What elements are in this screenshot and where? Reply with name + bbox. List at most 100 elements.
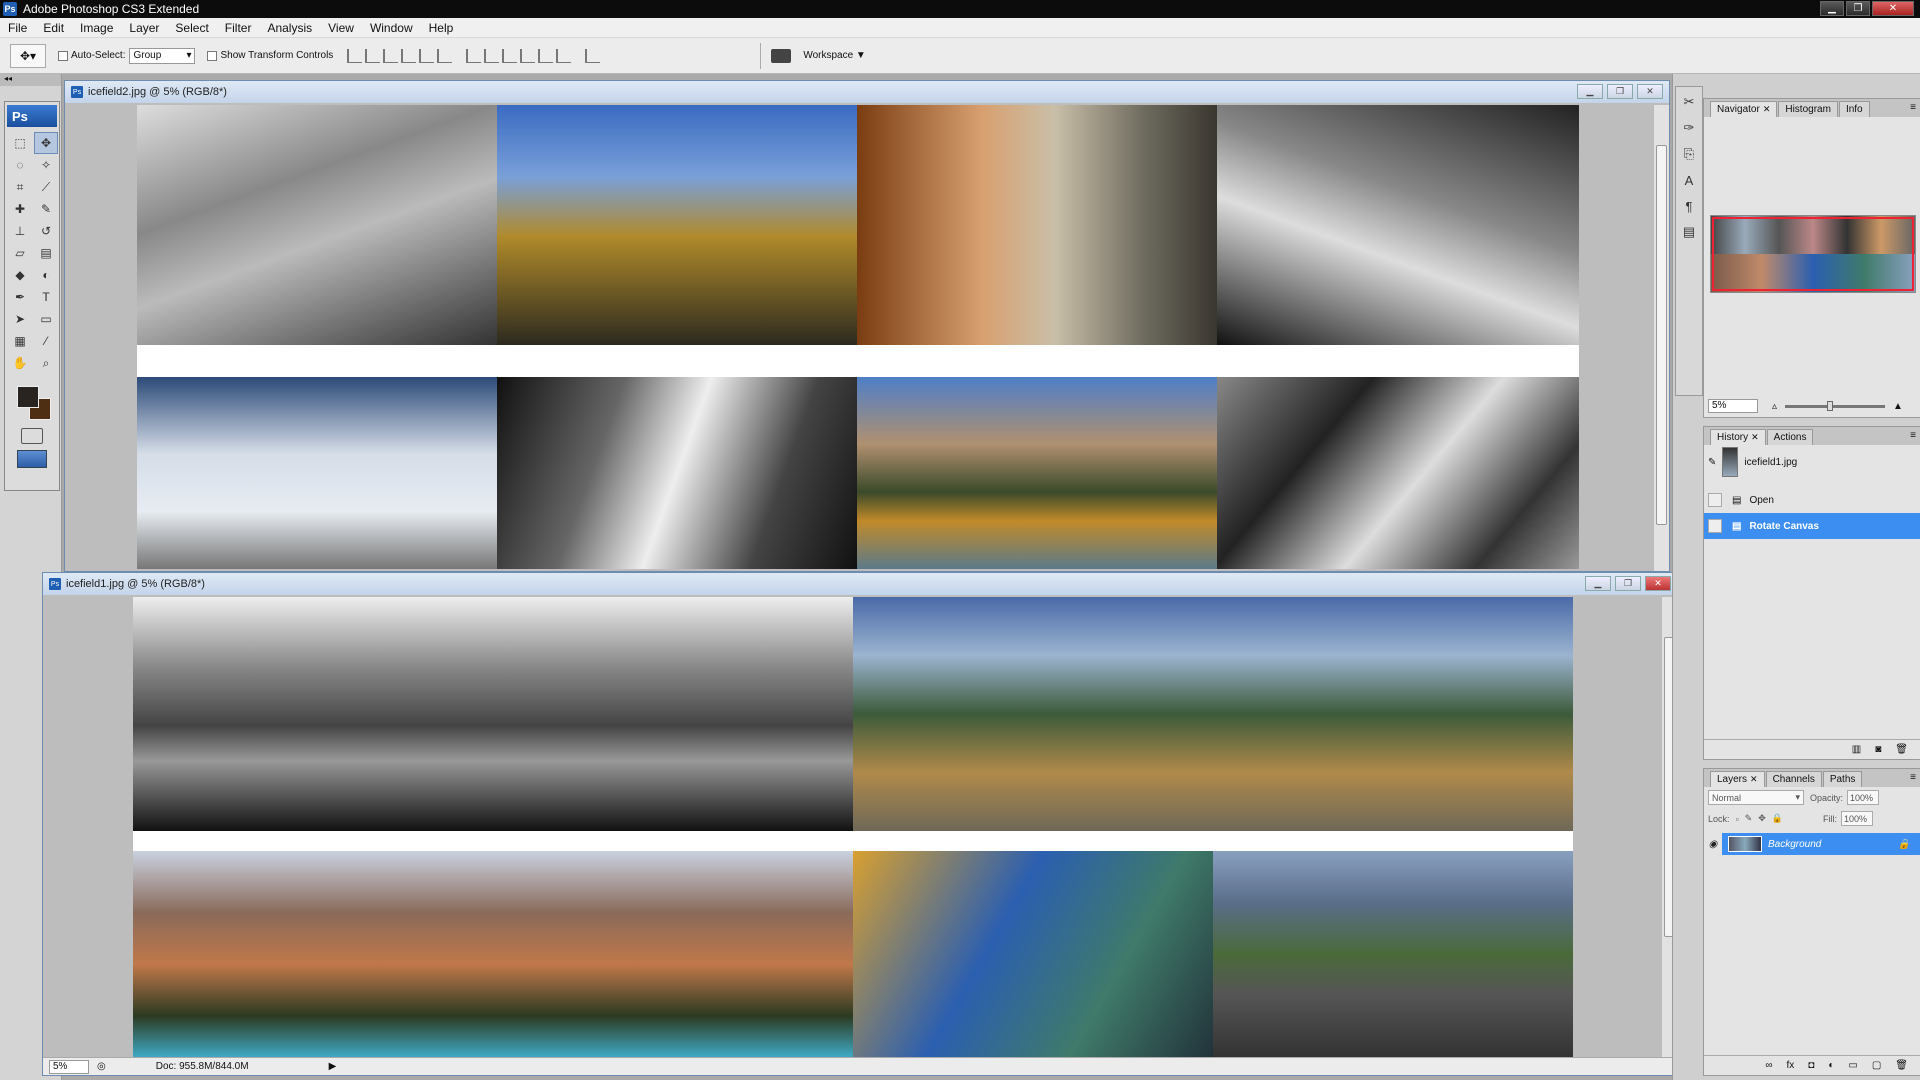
panel-menu-icon[interactable]: ≡	[1910, 772, 1916, 783]
tab-paths[interactable]: Paths	[1822, 771, 1863, 787]
panel-menu-icon[interactable]: ≡	[1910, 102, 1916, 113]
navigator-view-box[interactable]	[1712, 217, 1914, 291]
zoom-in-icon[interactable]: ▲	[1893, 401, 1903, 412]
menu-edit[interactable]: Edit	[35, 21, 72, 35]
auto-select-dropdown[interactable]: Group ▾	[129, 47, 196, 64]
shape-tool-icon[interactable]: ▭	[34, 308, 58, 330]
magic-wand-tool-icon[interactable]: ✧	[34, 154, 58, 176]
crop-tool-icon[interactable]: ⌗	[8, 176, 32, 198]
layer-comps-icon[interactable]: ▤	[1678, 221, 1700, 243]
tab-history[interactable]: History ✕	[1710, 429, 1766, 445]
history-state-checkbox[interactable]	[1708, 493, 1722, 507]
history-item-rotate-canvas[interactable]: ▤ Rotate Canvas	[1704, 513, 1920, 539]
minimize-icon[interactable]: ▁	[1585, 576, 1611, 591]
maximize-button[interactable]: ❐	[1846, 1, 1870, 16]
path-selection-tool-icon[interactable]: ➤	[8, 308, 32, 330]
status-menu-arrow-icon[interactable]: ▶	[329, 1061, 337, 1072]
tab-navigator[interactable]: Navigator ✕	[1710, 101, 1778, 117]
notes-tool-icon[interactable]: ▦	[8, 330, 32, 352]
document-window-icefield1[interactable]: Ps icefield1.jpg @ 5% (RGB/8*) ▁ ❐ ✕ 5% …	[42, 572, 1678, 1076]
clone-stamp-tool-icon[interactable]: ⊥	[8, 220, 32, 242]
trash-icon[interactable]: 🗑	[1895, 1060, 1908, 1071]
adjustment-layer-icon[interactable]: ◐	[1828, 1060, 1834, 1071]
distribute-vcenter-icon[interactable]	[484, 48, 500, 63]
align-left-icon[interactable]	[401, 48, 417, 63]
layer-style-icon[interactable]: fx	[1787, 1060, 1795, 1071]
scrollbar-thumb[interactable]	[1656, 145, 1667, 525]
tab-info[interactable]: Info	[1838, 101, 1870, 117]
healing-brush-tool-icon[interactable]: ✚	[8, 198, 32, 220]
marquee-tool-icon[interactable]: ⬚	[8, 132, 32, 154]
brush-tool-icon[interactable]: ✎	[34, 198, 58, 220]
slider-knob[interactable]	[1827, 400, 1834, 411]
zoom-level-field[interactable]: 5%	[49, 1059, 89, 1074]
document-tab-icefield1[interactable]: Ps icefield1.jpg @ 5% (RGB/8*) ▁ ❐ ✕	[43, 573, 1677, 595]
maximize-icon[interactable]: ❐	[1615, 576, 1641, 591]
menu-view[interactable]: View	[320, 21, 362, 35]
navigator-thumbnail[interactable]	[1710, 215, 1916, 293]
history-state-checkbox[interactable]	[1708, 519, 1722, 533]
clone-source-icon[interactable]: ⎘	[1678, 143, 1700, 165]
menu-help[interactable]: Help	[421, 21, 462, 35]
distribute-hcenter-icon[interactable]	[538, 48, 554, 63]
close-icon[interactable]: ✕	[1751, 432, 1759, 443]
minimize-icon[interactable]: ▁	[1577, 84, 1603, 99]
distribute-bottom-icon[interactable]	[502, 48, 518, 63]
show-transform-checkbox[interactable]	[207, 50, 218, 61]
type-tool-icon[interactable]: T	[34, 286, 58, 308]
menu-window[interactable]: Window	[362, 21, 421, 35]
menu-analysis[interactable]: Analysis	[259, 21, 320, 35]
screen-mode-icon[interactable]	[17, 450, 47, 468]
vertical-scrollbar[interactable]	[1653, 105, 1669, 571]
menu-layer[interactable]: Layer	[121, 21, 167, 35]
distribute-top-icon[interactable]	[466, 48, 482, 63]
slice-tool-icon[interactable]: ⟋	[34, 176, 58, 198]
collapse-dock-icon[interactable]: ◂◂	[0, 74, 61, 86]
new-group-icon[interactable]: ▭	[1848, 1060, 1857, 1071]
navigator-zoom-slider[interactable]	[1785, 400, 1886, 411]
tool-preset-picker[interactable]: ✥▾	[10, 43, 46, 68]
close-icon[interactable]: ✕	[1637, 84, 1663, 99]
new-layer-icon[interactable]: ▢	[1872, 1060, 1881, 1071]
lock-position-icon[interactable]: ✥	[1758, 813, 1766, 824]
menu-file[interactable]: File	[0, 21, 35, 35]
tab-histogram[interactable]: Histogram	[1778, 101, 1838, 117]
menu-select[interactable]: Select	[167, 21, 216, 35]
layer-background[interactable]: ◉ Background 🔒	[1704, 833, 1920, 855]
link-layers-icon[interactable]: ∞	[1765, 1060, 1772, 1071]
add-mask-icon[interactable]: ◘	[1808, 1060, 1814, 1071]
distribute-left-icon[interactable]	[520, 48, 536, 63]
move-tool-icon[interactable]: ✥	[34, 132, 58, 154]
document-window-icefield2[interactable]: Ps icefield2.jpg @ 5% (RGB/8*) ▁ ❐ ✕	[64, 80, 1670, 572]
tab-actions[interactable]: Actions	[1766, 429, 1814, 445]
quick-mask-icon[interactable]	[21, 428, 43, 444]
opacity-field[interactable]: 100%	[1847, 790, 1880, 805]
dodge-tool-icon[interactable]: ◐	[34, 264, 58, 286]
hand-tool-icon[interactable]: ✋	[8, 352, 32, 374]
pen-tool-icon[interactable]: ✒	[8, 286, 32, 308]
blend-mode-dropdown[interactable]: Normal ▾	[1708, 790, 1804, 805]
canvas-icefield1[interactable]	[133, 597, 1573, 1057]
trash-icon[interactable]: 🗑	[1895, 744, 1908, 755]
tool-presets-icon[interactable]: ✂	[1678, 91, 1700, 113]
close-icon[interactable]: ✕	[1750, 774, 1758, 785]
new-document-from-state-icon[interactable]: ▥	[1852, 744, 1861, 755]
eyedropper-tool-icon[interactable]: ⁄	[34, 330, 58, 352]
brushes-icon[interactable]: ✑	[1678, 117, 1700, 139]
foreground-color-swatch[interactable]	[17, 386, 39, 408]
lasso-tool-icon[interactable]: ◌	[8, 154, 32, 176]
character-icon[interactable]: A	[1678, 169, 1700, 191]
lock-all-icon[interactable]: 🔒	[1772, 813, 1783, 824]
navigator-zoom-field[interactable]: 5%	[1708, 399, 1758, 413]
auto-align-layers-icon[interactable]	[585, 48, 601, 63]
close-button[interactable]: ✕	[1872, 1, 1914, 16]
history-snapshot[interactable]: ✎ icefield1.jpg	[1704, 445, 1920, 479]
tab-layers[interactable]: Layers ✕	[1710, 771, 1765, 787]
eye-icon[interactable]: ◉	[1704, 833, 1722, 855]
panel-menu-icon[interactable]: ≡	[1910, 430, 1916, 441]
align-top-icon[interactable]	[347, 48, 363, 63]
auto-select-checkbox[interactable]	[58, 50, 68, 61]
tab-channels[interactable]: Channels	[1765, 771, 1822, 787]
show-transform-option[interactable]: Show Transform Controls	[207, 50, 333, 61]
fill-field[interactable]: 100%	[1841, 811, 1874, 826]
